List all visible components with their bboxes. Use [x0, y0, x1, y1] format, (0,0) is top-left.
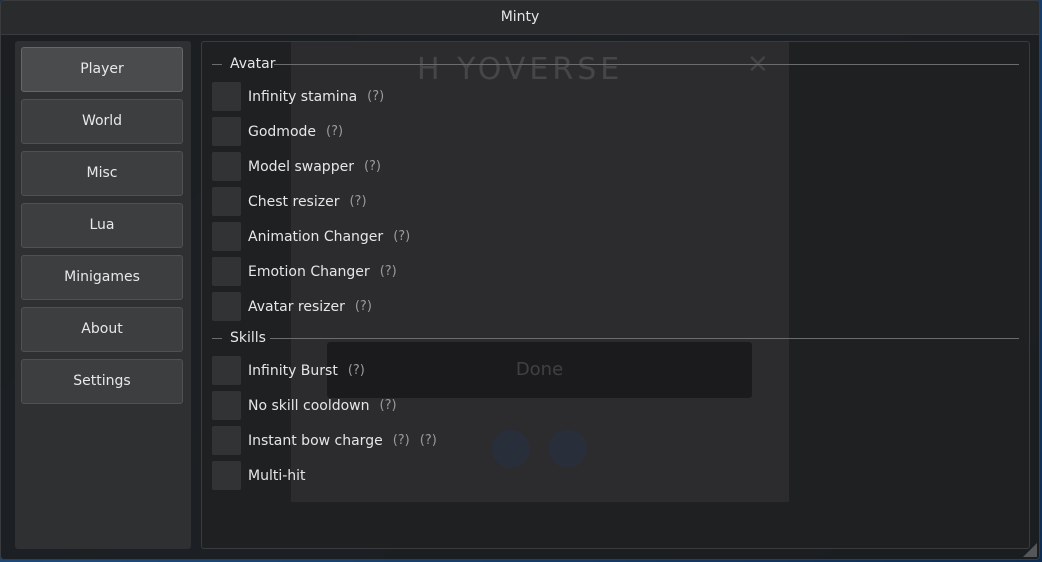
multi-hit-checkbox[interactable]	[212, 461, 241, 490]
avatar-resizer-checkbox[interactable]	[212, 292, 241, 321]
section-title: Avatar	[230, 56, 276, 72]
help-icon[interactable]: (?)	[393, 229, 410, 244]
option-label: Model swapper	[248, 158, 354, 175]
option-animation-changer: Animation Changer (?)	[212, 222, 410, 251]
no-skill-cooldown-checkbox[interactable]	[212, 391, 241, 420]
help-icon[interactable]: (?)	[355, 299, 372, 314]
option-label: Infinity stamina	[248, 88, 358, 105]
godmode-checkbox[interactable]	[212, 117, 241, 146]
background-done-button: Done	[327, 342, 752, 398]
resize-grip-icon[interactable]	[1023, 543, 1037, 557]
option-label: Avatar resizer	[248, 298, 345, 315]
sidebar: Player World Misc Lua Minigames About Se…	[15, 41, 191, 549]
help-icon[interactable]: (?)	[420, 433, 437, 448]
chest-resizer-checkbox[interactable]	[212, 187, 241, 216]
help-icon[interactable]: (?)	[367, 89, 384, 104]
option-multi-hit: Multi-hit	[212, 461, 306, 490]
option-emotion-changer: Emotion Changer (?)	[212, 257, 397, 286]
sidebar-item-world[interactable]: World	[21, 99, 183, 144]
help-icon[interactable]: (?)	[348, 363, 365, 378]
section-divider	[274, 64, 1019, 65]
model-swapper-checkbox[interactable]	[212, 152, 241, 181]
section-avatar: Avatar	[212, 54, 1019, 74]
animation-changer-checkbox[interactable]	[212, 222, 241, 251]
help-icon[interactable]: (?)	[380, 264, 397, 279]
sidebar-item-about[interactable]: About	[21, 307, 183, 352]
option-label: Godmode	[248, 123, 317, 140]
option-infinity-burst: Infinity Burst (?)	[212, 356, 365, 385]
option-infinity-stamina: Infinity stamina (?)	[212, 82, 384, 111]
minty-window: Minty Player World Misc Lua Minigames Ab…	[0, 0, 1040, 560]
help-icon[interactable]: (?)	[393, 433, 410, 448]
help-icon[interactable]: (?)	[349, 194, 366, 209]
option-instant-bow-charge: Instant bow charge (?) (?)	[212, 426, 437, 455]
option-avatar-resizer: Avatar resizer (?)	[212, 292, 372, 321]
sidebar-item-player[interactable]: Player	[21, 47, 183, 92]
background-twitter-icon	[549, 430, 587, 468]
option-label: Multi-hit	[248, 467, 306, 484]
instant-bow-charge-checkbox[interactable]	[212, 426, 241, 455]
sidebar-item-minigames[interactable]: Minigames	[21, 255, 183, 300]
section-divider	[270, 338, 1019, 339]
section-skills: Skills	[212, 328, 1019, 348]
help-icon[interactable]: (?)	[364, 159, 381, 174]
sidebar-item-misc[interactable]: Misc	[21, 151, 183, 196]
section-divider	[212, 338, 222, 339]
option-label: No skill cooldown	[248, 397, 370, 414]
option-label: Instant bow charge	[248, 432, 383, 449]
sidebar-item-settings[interactable]: Settings	[21, 359, 183, 404]
help-icon[interactable]: (?)	[380, 398, 397, 413]
background-facebook-icon	[492, 430, 530, 468]
infinity-burst-checkbox[interactable]	[212, 356, 241, 385]
emotion-changer-checkbox[interactable]	[212, 257, 241, 286]
option-label: Animation Changer	[248, 228, 384, 245]
option-model-swapper: Model swapper (?)	[212, 152, 381, 181]
option-godmode: Godmode (?)	[212, 117, 343, 146]
option-no-skill-cooldown: No skill cooldown (?)	[212, 391, 397, 420]
window-title[interactable]: Minty	[1, 1, 1039, 35]
sidebar-item-lua[interactable]: Lua	[21, 203, 183, 248]
option-label: Infinity Burst	[248, 362, 338, 379]
help-icon[interactable]: (?)	[326, 124, 343, 139]
option-chest-resizer: Chest resizer (?)	[212, 187, 367, 216]
section-title: Skills	[230, 330, 266, 346]
option-label: Chest resizer	[248, 193, 340, 210]
option-label: Emotion Changer	[248, 263, 370, 280]
content-panel: H YOVERSE ✕ Done Avatar Infinity stamina…	[201, 41, 1030, 549]
infinity-stamina-checkbox[interactable]	[212, 82, 241, 111]
section-divider	[212, 64, 222, 65]
